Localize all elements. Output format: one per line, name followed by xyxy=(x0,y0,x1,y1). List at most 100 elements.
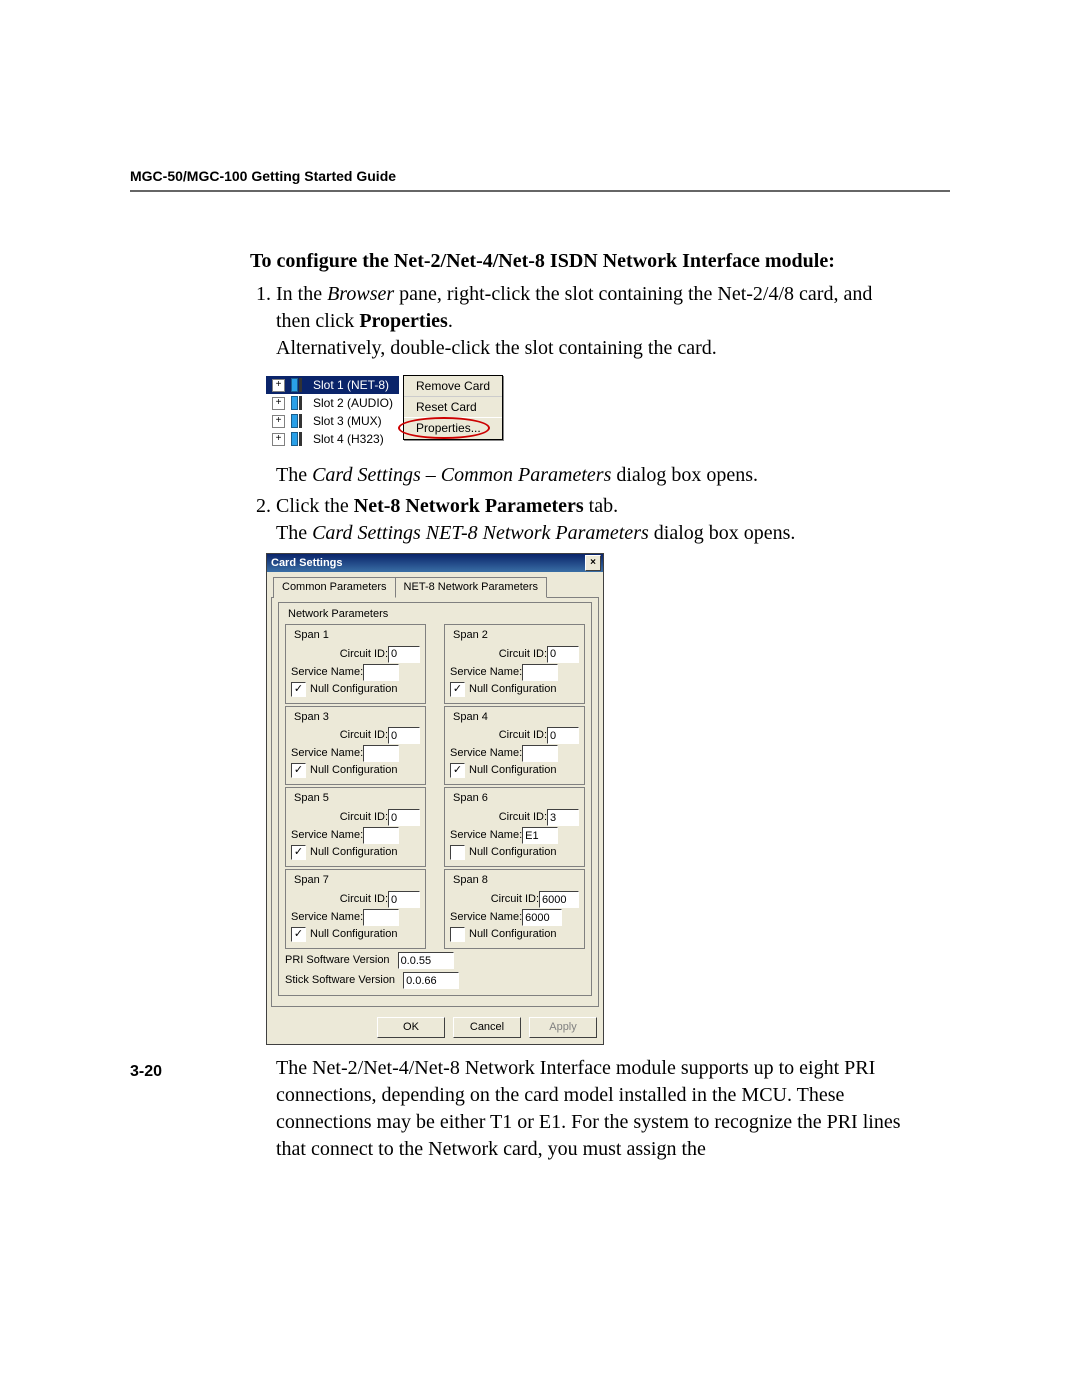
service-name-label: Service Name: xyxy=(450,828,522,843)
ctx-properties-label: Properties... xyxy=(416,421,481,435)
span-legend: Span 7 xyxy=(291,873,332,888)
circuit-id-input[interactable] xyxy=(388,891,420,908)
null-config-label: Null Configuration xyxy=(310,927,397,942)
section-title: To configure the Net-2/Net-4/Net-8 ISDN … xyxy=(250,248,910,275)
ctx-reset-card[interactable]: Reset Card xyxy=(404,397,502,418)
card-icon xyxy=(291,378,307,392)
null-config-checkbox[interactable]: ✓ Null Configuration xyxy=(291,763,397,778)
step1-alt: Alternatively, double-click the slot con… xyxy=(276,337,717,359)
null-config-label: Null Configuration xyxy=(310,763,397,778)
circuit-id-input[interactable] xyxy=(547,809,579,826)
service-name-label: Service Name: xyxy=(291,828,363,843)
circuit-id-label: Circuit ID: xyxy=(499,728,547,743)
circuit-id-label: Circuit ID: xyxy=(340,647,388,662)
step2-post-b: dialog box opens. xyxy=(649,522,796,544)
tree-label: Slot 2 (AUDIO) xyxy=(313,395,393,411)
service-name-label: Service Name: xyxy=(291,746,363,761)
ctx-properties[interactable]: Properties... xyxy=(404,418,502,438)
pri-version-label: PRI Software Version xyxy=(285,953,390,968)
step1-browser: Browser xyxy=(327,283,394,305)
null-config-checkbox[interactable]: Null Configuration xyxy=(450,845,556,860)
span-box-2: Span 2Circuit ID: Service Name: ✓Null Co… xyxy=(444,624,585,704)
service-name-input[interactable] xyxy=(522,664,558,681)
card-icon xyxy=(291,414,307,428)
service-name-input[interactable] xyxy=(363,664,399,681)
circuit-id-label: Circuit ID: xyxy=(499,810,547,825)
service-name-input[interactable] xyxy=(522,909,562,926)
step1-a: In the xyxy=(276,283,327,305)
after-dialog-text: The Net-2/Net-4/Net-8 Network Interface … xyxy=(276,1057,900,1160)
service-name-label: Service Name: xyxy=(450,746,522,761)
inter-b: dialog box opens. xyxy=(611,464,758,486)
inter-i: Card Settings – Common Parameters xyxy=(312,464,611,486)
close-icon[interactable]: × xyxy=(585,555,601,571)
service-name-input[interactable] xyxy=(363,827,399,844)
service-name-input[interactable] xyxy=(522,745,558,762)
tree-item-slot1[interactable]: + Slot 1 (NET-8) xyxy=(266,376,399,394)
checkbox-icon: ✓ xyxy=(450,763,465,778)
null-config-checkbox[interactable]: ✓Null Configuration xyxy=(291,682,397,697)
circuit-id-input[interactable] xyxy=(539,891,579,908)
group-network-parameters: Network Parameters Span 1Circuit ID: Ser… xyxy=(278,602,592,996)
circuit-id-input[interactable] xyxy=(547,727,579,744)
null-config-checkbox[interactable]: ✓Null Configuration xyxy=(291,927,397,942)
expander-icon[interactable]: + xyxy=(272,415,285,428)
page-number: 3-20 xyxy=(130,1063,162,1081)
tree-screenshot: + Slot 1 (NET-8) + Slot 2 (AUDIO) + xyxy=(266,376,910,448)
card-icon xyxy=(291,432,307,446)
service-name-input[interactable] xyxy=(363,745,399,762)
circuit-id-label: Circuit ID: xyxy=(340,810,388,825)
null-config-label: Null Configuration xyxy=(310,682,397,697)
service-name-label: Service Name: xyxy=(291,910,363,925)
span-box-1: Span 1Circuit ID: Service Name: ✓Null Co… xyxy=(285,624,426,704)
null-config-checkbox[interactable]: ✓Null Configuration xyxy=(291,845,397,860)
pri-version-input[interactable] xyxy=(398,952,454,969)
span-legend: Span 5 xyxy=(291,791,332,806)
step-2: Click the Net-8 Network Parameters tab. … xyxy=(276,493,910,1163)
checkbox-icon: ✓ xyxy=(291,763,306,778)
circuit-id-label: Circuit ID: xyxy=(491,892,539,907)
tree-item-slot2[interactable]: + Slot 2 (AUDIO) xyxy=(266,394,399,412)
null-config-label: Null Configuration xyxy=(310,845,397,860)
null-config-label: Null Configuration xyxy=(469,682,556,697)
dialog-title: Card Settings xyxy=(271,556,343,571)
titlebar: Card Settings × xyxy=(267,554,603,572)
step2-a: Click the xyxy=(276,495,354,517)
expander-icon[interactable]: + xyxy=(272,379,285,392)
tab-net8-network-parameters[interactable]: NET-8 Network Parameters xyxy=(395,577,547,598)
circuit-id-input[interactable] xyxy=(388,727,420,744)
tab-common-parameters[interactable]: Common Parameters xyxy=(273,577,396,598)
ctx-remove-card[interactable]: Remove Card xyxy=(404,376,502,397)
null-config-checkbox[interactable]: ✓Null Configuration xyxy=(450,682,556,697)
stick-version-label: Stick Software Version xyxy=(285,973,395,988)
tree-label: Slot 3 (MUX) xyxy=(313,413,382,429)
apply-button[interactable]: Apply xyxy=(529,1017,597,1038)
tab-panel: Network Parameters Span 1Circuit ID: Ser… xyxy=(271,597,599,1007)
tree-item-slot4[interactable]: + Slot 4 (H323) xyxy=(266,430,399,448)
tree-item-slot3[interactable]: + Slot 3 (MUX) xyxy=(266,412,399,430)
inter-a: The xyxy=(276,464,312,486)
circuit-id-label: Circuit ID: xyxy=(340,728,388,743)
service-name-input[interactable] xyxy=(363,909,399,926)
circuit-id-input[interactable] xyxy=(547,646,579,663)
null-config-checkbox[interactable]: ✓Null Configuration xyxy=(450,763,556,778)
doc-header: MGC-50/MGC-100 Getting Started Guide xyxy=(130,168,950,192)
span-legend: Span 6 xyxy=(450,791,491,806)
step-1: In the Browser pane, right-click the slo… xyxy=(276,281,910,489)
null-config-checkbox[interactable]: Null Configuration xyxy=(450,927,556,942)
checkbox-icon xyxy=(450,845,465,860)
circuit-id-input[interactable] xyxy=(388,809,420,826)
service-name-label: Service Name: xyxy=(450,910,522,925)
service-name-label: Service Name: xyxy=(291,665,363,680)
step1-properties: Properties xyxy=(359,310,448,332)
stick-version-input[interactable] xyxy=(403,972,459,989)
expander-icon[interactable]: + xyxy=(272,397,285,410)
service-name-input[interactable] xyxy=(522,827,558,844)
cancel-button[interactable]: Cancel xyxy=(453,1017,521,1038)
circuit-id-label: Circuit ID: xyxy=(499,647,547,662)
circuit-id-input[interactable] xyxy=(388,646,420,663)
card-settings-dialog: Card Settings × Common Parameters NET-8 … xyxy=(266,553,604,1045)
ok-button[interactable]: OK xyxy=(377,1017,445,1038)
expander-icon[interactable]: + xyxy=(272,433,285,446)
span-box-4: Span 4Circuit ID: Service Name: ✓Null Co… xyxy=(444,706,585,786)
